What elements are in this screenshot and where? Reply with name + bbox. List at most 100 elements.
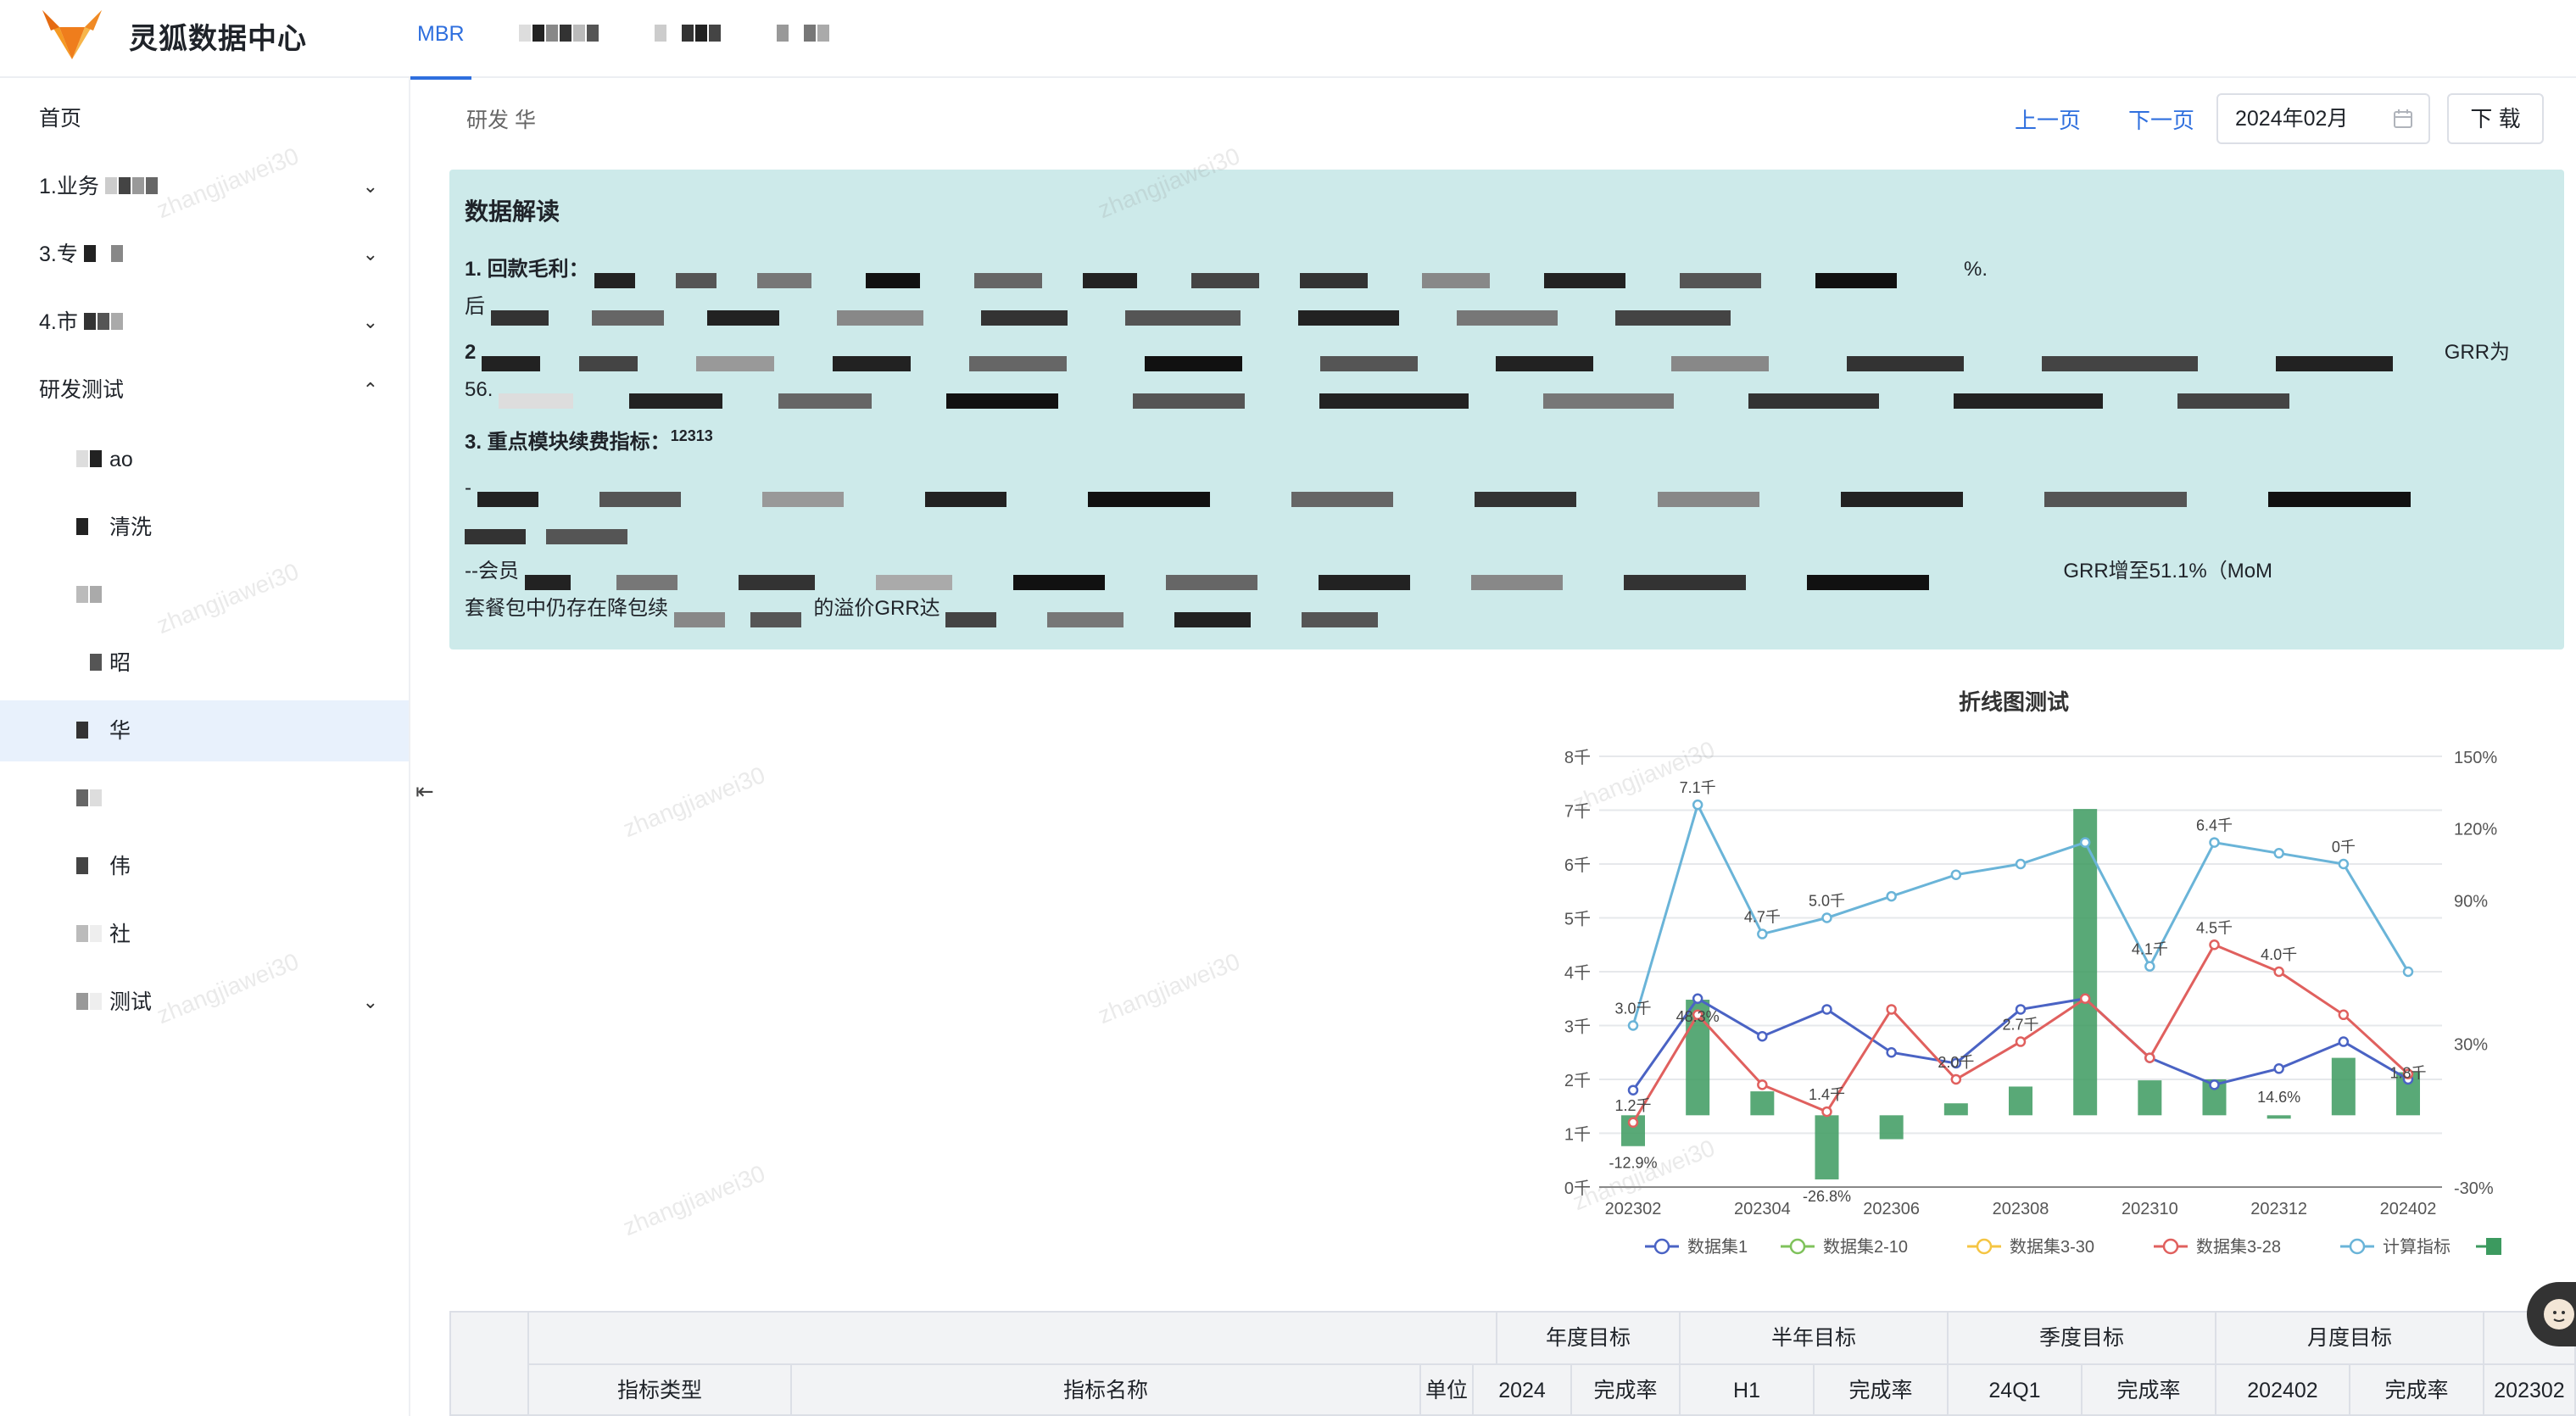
data-label: 7.1千 (1680, 779, 1716, 796)
data-label: 6.4千 (2196, 817, 2233, 834)
table-group-header: 年度目标 (1496, 1311, 1681, 1365)
yoy-bar (2331, 1057, 2356, 1116)
sidebar-item-label: ao (109, 448, 133, 471)
y-tick-label: 0千 (1564, 1179, 1591, 1198)
legend-marker (2349, 1238, 2366, 1255)
x-tick-label: 202304 (1734, 1200, 1791, 1218)
data-label: 4.0千 (2261, 946, 2297, 963)
app-title: 灵狐数据中心 (129, 23, 307, 55)
download-button[interactable]: 下 载 (2447, 93, 2544, 144)
series-point (2273, 1063, 2284, 1074)
data-label: 4.5千 (2196, 919, 2233, 936)
prev-page-link[interactable]: 上一页 (2015, 103, 2081, 135)
sidebar-subitem-6[interactable] (0, 768, 409, 829)
legend-label: 计算指标 (2383, 1237, 2451, 1257)
legend-marker (1976, 1238, 1993, 1255)
assistant-float-button[interactable] (2527, 1282, 2576, 1346)
analysis-paragraph-1: 1. 回款毛利： %. 后 (465, 251, 2549, 326)
data-analysis-panel: 数据解读 1. 回款毛利： %. 后 2 GRR为 56. 3. 重点模块续费指… (449, 170, 2564, 649)
sidebar-subitem-2[interactable]: 清洗 (0, 497, 409, 558)
sidebar-subitem-3[interactable] (0, 565, 409, 626)
data-label: 1.4千 (1809, 1086, 1845, 1103)
series-point (2015, 1004, 2027, 1015)
chevron-down-icon: ⌄ (362, 176, 378, 197)
table-column-header[interactable]: 完成率 (1570, 1363, 1681, 1416)
sidebar: 首页 1.业务 ⌄ 3.专 ⌄ 4.市 ⌄ 研发测试 ⌃ ao 清洗 昭 华 伟… (0, 78, 410, 1416)
series-point (2338, 858, 2350, 870)
y-tick-label: 8千 (1564, 748, 1591, 767)
sidebar-item-home[interactable]: 首页 (0, 88, 409, 149)
sidebar-item-market[interactable]: 4.市 ⌄ (0, 292, 409, 353)
data-label: 4.7千 (1744, 909, 1781, 926)
tab-2[interactable] (512, 0, 607, 78)
yoy-bar (2267, 1115, 2291, 1119)
sidebar-subitem-4[interactable]: 昭 (0, 633, 409, 694)
sidebar-subitem-8[interactable]: 社 (0, 904, 409, 965)
y2-tick-label: 150% (2454, 749, 2497, 767)
table-column-header[interactable]: 完成率 (1813, 1363, 1949, 1416)
table-column-header[interactable]: 24Q1 (1947, 1363, 2083, 1416)
sidebar-subitem-9[interactable]: 测试 ⌄ (0, 972, 409, 1033)
legend-label: 数据集3-28 (2196, 1237, 2281, 1257)
table-column-header[interactable]: 指标名称 (790, 1363, 1421, 1416)
breadcrumb: 研发 华 (466, 103, 536, 134)
table-column-header[interactable]: 2024 (1472, 1363, 1572, 1416)
x-tick-label: 202308 (1993, 1200, 2049, 1218)
legend-marker (1653, 1238, 1670, 1255)
data-label: 1.8千 (2389, 1065, 2426, 1082)
month-picker-input[interactable]: 2024年02月 (2216, 93, 2430, 144)
analysis-paragraph-2: 2 GRR为 56. (465, 334, 2549, 409)
calendar-icon (2394, 109, 2412, 128)
sidebar-item-business[interactable]: 1.业务 ⌄ (0, 156, 409, 217)
collapse-sidebar-icon[interactable]: ⇤ (415, 778, 441, 804)
table-group-header: 半年目标 (1679, 1311, 1949, 1365)
sidebar-subitem-5[interactable]: 华 (0, 700, 409, 761)
tab-mbr[interactable]: MBR (410, 0, 471, 80)
sidebar-item-special[interactable]: 3.专 ⌄ (0, 224, 409, 285)
series-point (2144, 1052, 2155, 1063)
analysis-paragraph-3: 3. 重点模块续费指标：12313 (465, 427, 713, 454)
series-point (1886, 1004, 1897, 1015)
table-column-header[interactable]: 指标类型 (527, 1363, 792, 1416)
sidebar-item-rd-test[interactable]: 研发测试 ⌃ (0, 360, 409, 421)
y-tick-label: 6千 (1564, 856, 1591, 875)
tab-mbr-label: MBR (417, 22, 465, 46)
tab-4[interactable] (770, 0, 838, 78)
sidebar-item-label: 华 (109, 719, 131, 743)
sidebar-subitem-1[interactable]: ao (0, 429, 409, 490)
x-tick-label: 202306 (1863, 1200, 1920, 1218)
table-group-header: 季度目标 (1947, 1311, 2216, 1365)
data-label: 14.6% (2257, 1089, 2300, 1106)
x-tick-label: 202402 (2380, 1200, 2437, 1218)
table-header-blank (527, 1311, 1497, 1365)
table-column-header[interactable]: 完成率 (2349, 1363, 2484, 1416)
sidebar-item-label: 昭 (109, 651, 131, 675)
series-point (1627, 1084, 1639, 1095)
table-column-header[interactable]: 单位 (1419, 1363, 1474, 1416)
series-point (2273, 848, 2284, 859)
table-column-header[interactable]: H1 (1679, 1363, 1815, 1416)
yoy-bar (1943, 1103, 1968, 1116)
series-point (1627, 1020, 1639, 1031)
next-page-link[interactable]: 下一页 (2128, 103, 2194, 135)
metrics-table: 年度目标 半年目标 季度目标 月度目标 指标类型 指标名称 单位 2024 完成… (449, 1311, 2576, 1416)
top-nav: MBR (410, 0, 878, 80)
tab-3[interactable] (648, 0, 729, 78)
yoy-bar (1750, 1091, 1775, 1116)
series-point (2338, 1009, 2350, 1021)
sidebar-subitem-7[interactable]: 伟 (0, 836, 409, 897)
table-column-header[interactable]: 202302 (2483, 1363, 2576, 1416)
series-point (1950, 1073, 1962, 1085)
y2-tick-label: -30% (2454, 1179, 2494, 1198)
sidebar-item-label: 3.专 (39, 243, 78, 266)
y-tick-label: 4千 (1564, 963, 1591, 983)
table-column-header[interactable]: 完成率 (2081, 1363, 2216, 1416)
redacted-text (594, 262, 1958, 289)
watermark: zhangjiawei30 (619, 761, 769, 843)
series-point (2209, 1079, 2220, 1090)
sidebar-item-label: 研发测试 (39, 378, 125, 402)
series-point (2402, 966, 2414, 978)
legend-label: 数据集1 (1687, 1237, 1748, 1257)
table-column-header[interactable]: 202402 (2215, 1363, 2350, 1416)
y2-tick-label: 120% (2454, 821, 2497, 839)
